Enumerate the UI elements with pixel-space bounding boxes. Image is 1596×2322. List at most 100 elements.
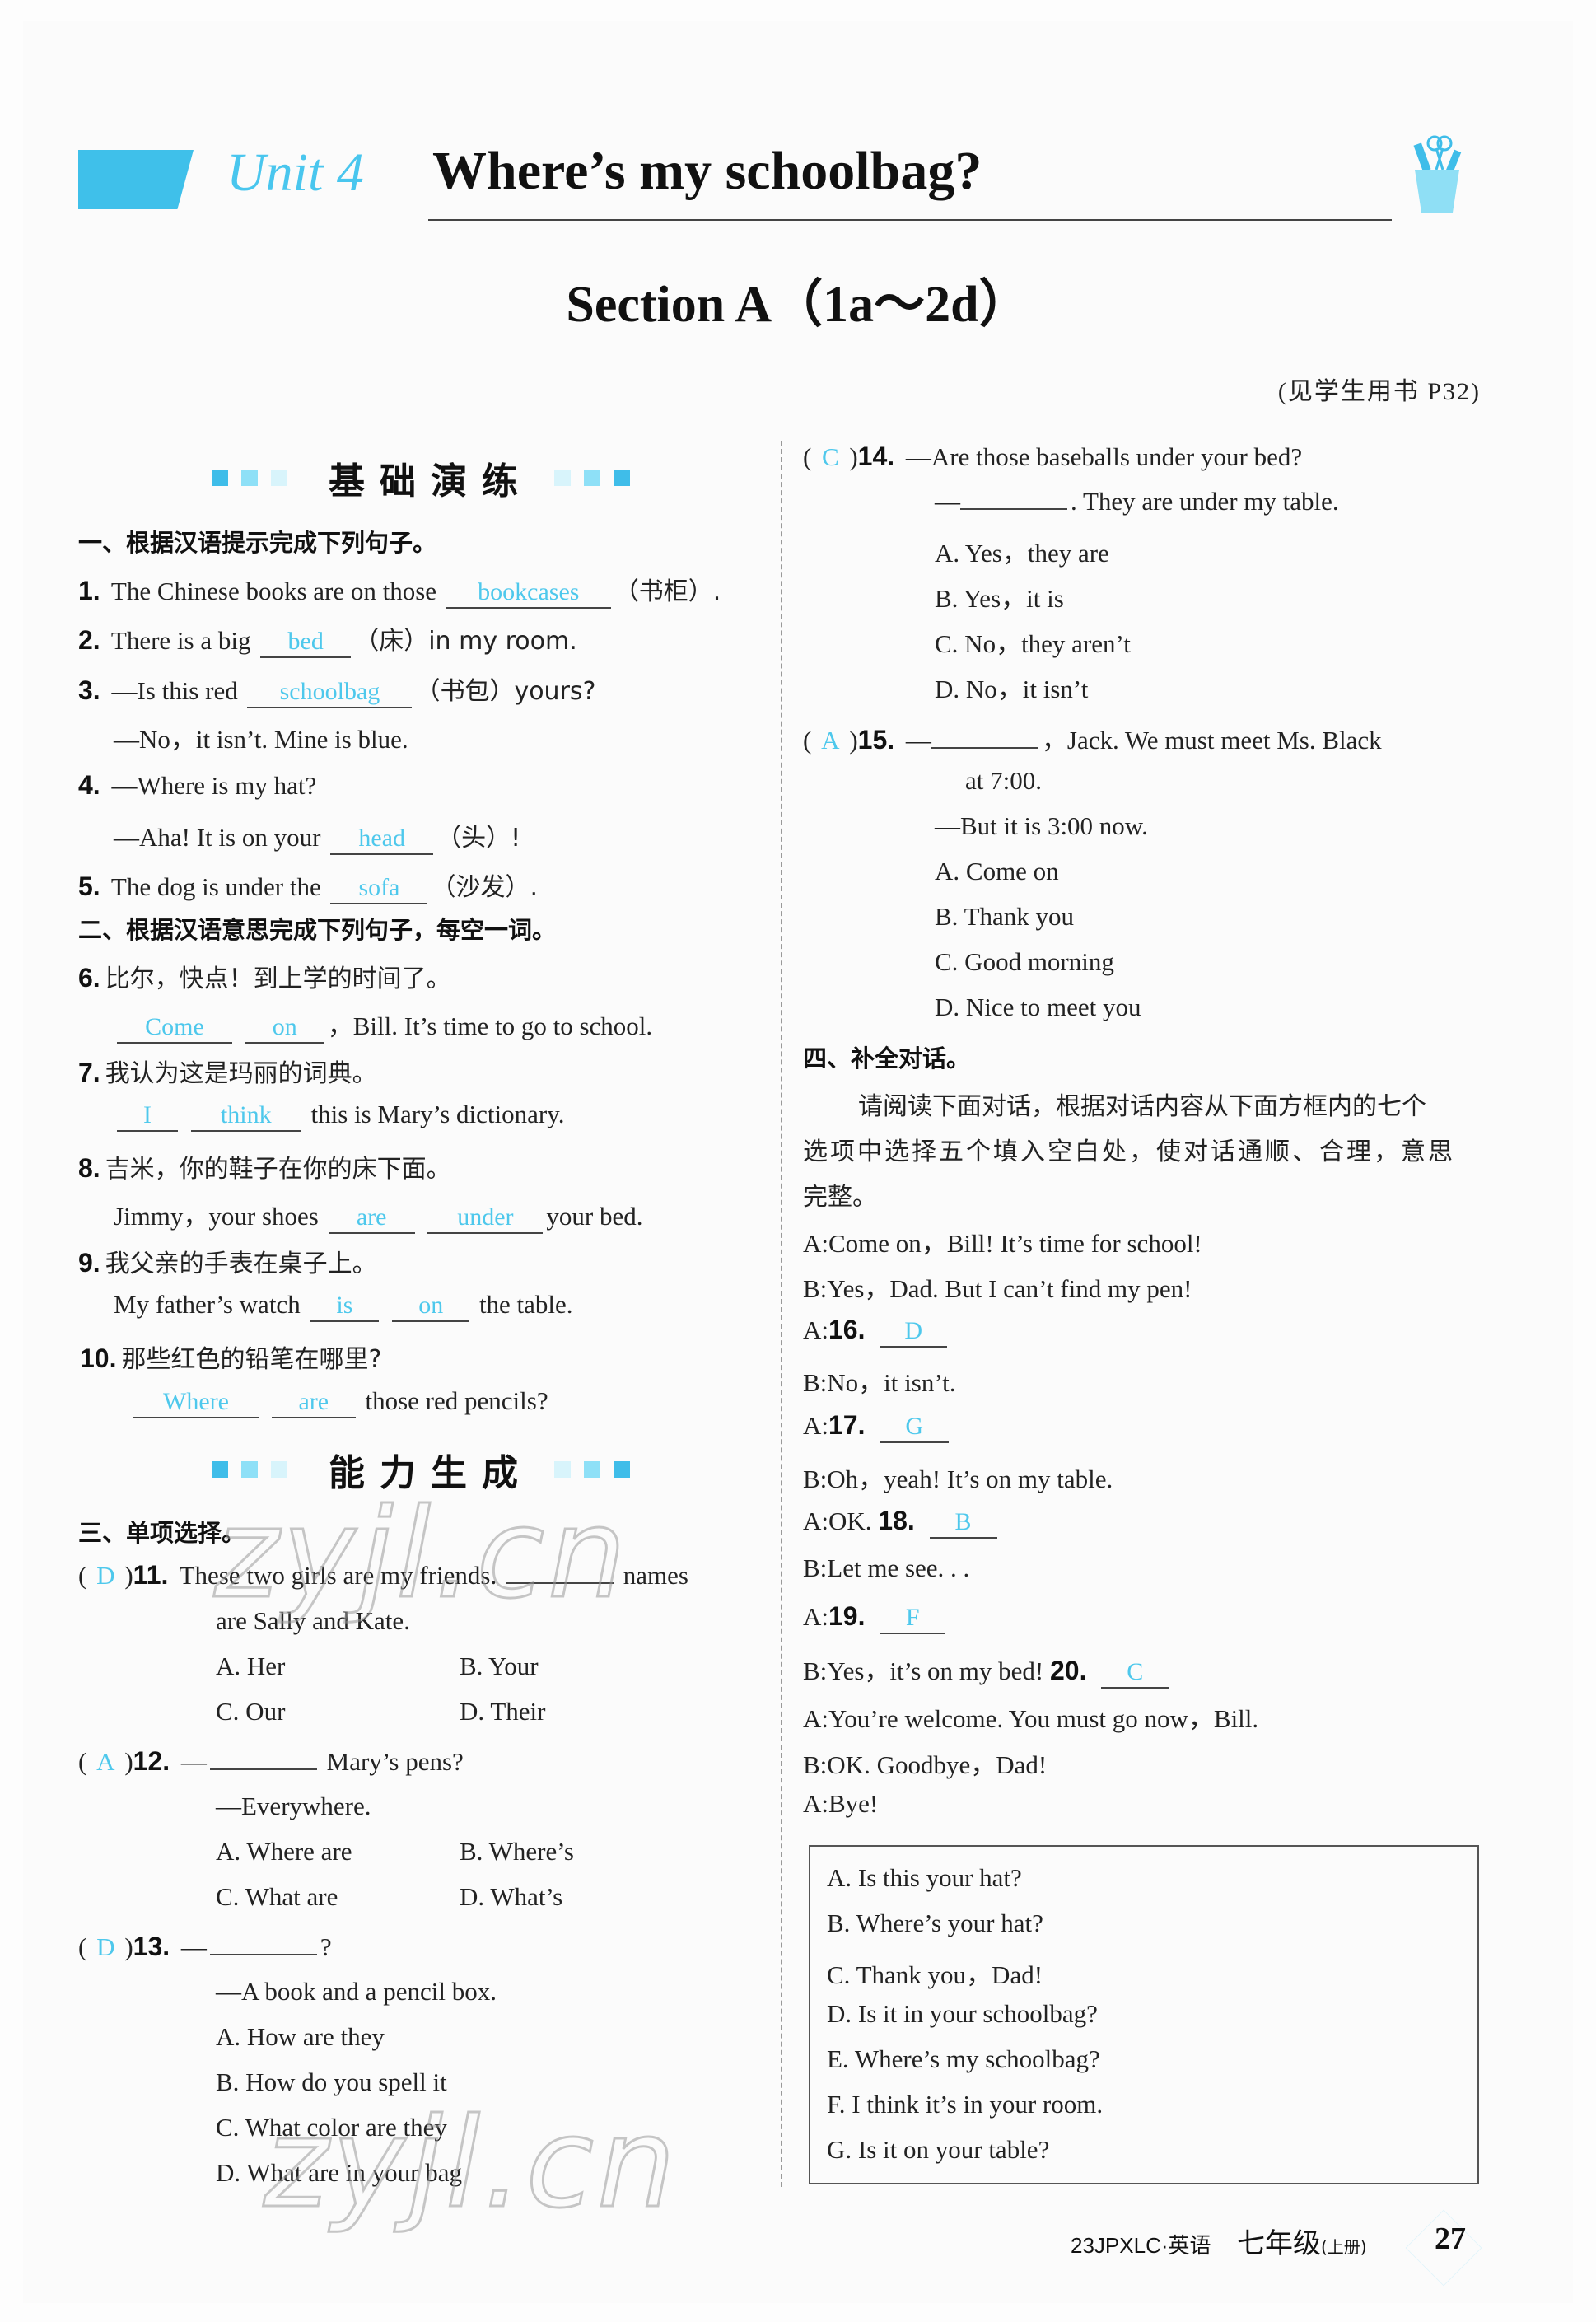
sentence-text: your bed. xyxy=(546,1202,643,1231)
option[interactable]: A. Come on xyxy=(935,857,1059,886)
hint-text: （头）! xyxy=(436,824,521,853)
box-option: B. Where’s your hat? xyxy=(827,1909,1043,1937)
reference-note: (见学生用书 P32) xyxy=(1277,378,1481,405)
dash: — xyxy=(905,726,931,755)
instructions-line: 完整。 xyxy=(803,1183,877,1212)
answer-blank[interactable]: Where xyxy=(133,1387,259,1418)
option[interactable]: D. No，it isn’t xyxy=(935,668,1088,705)
question-15-line1b: at 7:00. xyxy=(965,766,1042,795)
option[interactable]: C. Our xyxy=(216,1697,285,1726)
answer-blank[interactable]: Come xyxy=(117,1012,232,1044)
answer-blank[interactable]: C xyxy=(1101,1657,1169,1689)
question-number: 9. xyxy=(78,1248,100,1278)
decor-square xyxy=(554,1461,571,1478)
question-number: 11. xyxy=(133,1560,169,1590)
question-number: 15. xyxy=(857,725,895,755)
answer-blank[interactable]: on xyxy=(245,1012,324,1044)
unit-label: Unit 4 xyxy=(226,142,364,203)
answer-bracket[interactable]: (A) xyxy=(803,726,858,755)
answer-bracket[interactable]: (A) xyxy=(78,1747,133,1776)
answer-blank[interactable]: B xyxy=(929,1507,997,1539)
option[interactable]: B. Yes，it is xyxy=(935,577,1064,614)
answer-bracket[interactable]: (C) xyxy=(803,442,858,471)
answer-blank[interactable]: think xyxy=(190,1100,301,1132)
decor-square xyxy=(271,470,287,486)
question-14-line2: — . They are under my table. xyxy=(935,487,1339,516)
answer-blank[interactable]: bookcases xyxy=(446,577,611,609)
speaker-label: A: xyxy=(803,1411,828,1440)
option[interactable]: C. Good morning xyxy=(935,947,1114,977)
answer-blank[interactable]: sofa xyxy=(330,873,428,904)
answer-bracket[interactable]: (D) xyxy=(78,1932,133,1961)
dialogue-line-17: A:17. G xyxy=(803,1410,952,1443)
grade: 七年级 xyxy=(1237,2227,1321,2260)
dialogue-line-16: A:16. D xyxy=(803,1315,950,1348)
chinese-prompt: 我认为这是玛丽的词典。 xyxy=(105,1059,377,1088)
answer-blank[interactable] xyxy=(209,1954,317,1955)
option[interactable]: D. Their xyxy=(460,1697,545,1726)
option[interactable]: C. No，they aren’t xyxy=(935,623,1131,660)
dialogue-line: B:OK. Goodbye，Dad! xyxy=(803,1750,1048,1779)
dialogue-line-19: A:19. F xyxy=(803,1601,949,1634)
answer-blank[interactable]: F xyxy=(880,1603,946,1634)
question-6: 6. 比尔，快点！到上学的时间了。 xyxy=(78,958,451,994)
answer-blank[interactable] xyxy=(931,747,1038,749)
option[interactable]: A. Yes，they are xyxy=(935,532,1109,569)
question-text: The Chinese books are on those xyxy=(110,577,437,605)
grade-label: 七年级(上册) xyxy=(1237,2221,1367,2261)
box-option: A. Is this your hat? xyxy=(827,1863,1022,1892)
answer-blank[interactable]: are xyxy=(328,1203,415,1234)
answer-blank[interactable]: are xyxy=(271,1387,356,1418)
question-number: 16. xyxy=(828,1315,866,1344)
question-13-line2: —A book and a pencil box. xyxy=(216,1977,497,2006)
option[interactable]: B. Where’s xyxy=(460,1837,574,1866)
dash: — xyxy=(935,487,960,516)
box-option: D. Is it in your schoolbag? xyxy=(827,1999,1098,2028)
question-6-answer-line: Come on ，Bill. It’s time to go to school. xyxy=(114,1005,652,1044)
option[interactable]: D. Nice to meet you xyxy=(935,993,1141,1022)
part4-heading: 四、补全对话。 xyxy=(803,1044,971,1072)
option[interactable]: C. What are xyxy=(216,1882,338,1912)
sentence-text: Jimmy，your shoes xyxy=(114,1202,319,1231)
question-8: 8. 吉米，你的鞋子在你的床下面。 xyxy=(78,1148,451,1184)
sentence-text: ，Bill. It’s time to go to school. xyxy=(327,1011,653,1040)
answer-blank[interactable]: G xyxy=(880,1412,950,1443)
question-8-answer-line: Jimmy，your shoes are under your bed. xyxy=(114,1195,642,1234)
answer-blank[interactable] xyxy=(960,508,1067,510)
answer-blank[interactable]: on xyxy=(392,1291,470,1322)
question-number: 12. xyxy=(133,1746,170,1776)
speaker-label: A:OK. xyxy=(803,1507,872,1535)
answer-blank[interactable] xyxy=(209,1768,317,1770)
option[interactable]: A. Where are xyxy=(216,1837,352,1866)
answer-bracket[interactable]: (D) xyxy=(78,1561,133,1590)
option[interactable]: B. Thank you xyxy=(935,902,1074,932)
question-text: ，Jack. We must meet Ms. Black xyxy=(1041,726,1382,755)
answer-blank[interactable]: is xyxy=(310,1291,380,1322)
option[interactable]: A. How are they xyxy=(216,2022,385,2052)
hint-text: （沙发）. xyxy=(431,873,539,902)
selected-answer: A xyxy=(821,726,840,755)
selected-answer: A xyxy=(96,1747,115,1776)
answer-blank[interactable]: I xyxy=(117,1100,178,1132)
speaker-label: A: xyxy=(803,1602,828,1631)
selected-answer: D xyxy=(96,1932,115,1961)
question-10-answer-line: Where are those red pencils? xyxy=(130,1386,548,1418)
answer-blank[interactable]: head xyxy=(330,824,434,855)
speaker-label: B:Yes，it’s on my bed! xyxy=(803,1656,1044,1685)
option[interactable]: A. Her xyxy=(216,1652,285,1681)
answer-blank[interactable]: schoolbag xyxy=(247,677,413,708)
dialogue-line: A:Come on，Bill! It’s time for school! xyxy=(803,1229,1202,1258)
chinese-prompt: 那些红色的铅笔在哪里? xyxy=(121,1345,382,1374)
answer-blank[interactable]: D xyxy=(880,1316,948,1348)
option[interactable]: B. Your xyxy=(460,1652,539,1681)
question-5: 5. The dog is under the sofa （沙发）. xyxy=(78,867,538,904)
answer-blank[interactable]: bed xyxy=(260,627,352,658)
unit-title: Where’s my schoolbag? xyxy=(432,141,982,201)
question-4-reply: —Aha! It is on your head （头）! xyxy=(114,817,520,855)
option[interactable]: D. What’s xyxy=(460,1882,562,1912)
dialogue-line: B:Yes，Dad. But I can’t find my pen! xyxy=(803,1274,1192,1303)
question-number: 8. xyxy=(78,1153,100,1183)
answer-blank[interactable]: under xyxy=(427,1203,544,1234)
question-number: 4. xyxy=(78,770,100,800)
question-text: —Where is my hat? xyxy=(111,771,317,800)
